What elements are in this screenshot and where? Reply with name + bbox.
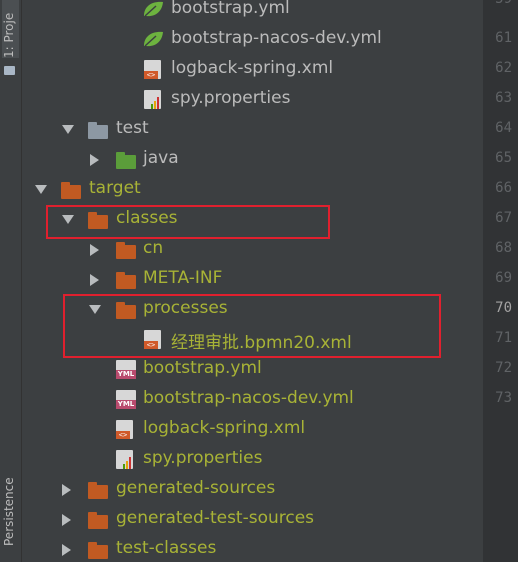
collapse-arrow-icon[interactable] (90, 244, 99, 256)
tree-item-label: spy.properties (143, 448, 263, 468)
tree-row-test-folder[interactable]: test (22, 115, 482, 145)
folder-icon (61, 182, 81, 199)
line-number: 67 (495, 210, 512, 226)
tree-item-label: generated-test-sources (116, 508, 315, 528)
yml-file-icon: YML (116, 390, 136, 409)
persistence-tool-tab[interactable]: Persistence (2, 448, 16, 546)
collapse-arrow-icon[interactable] (62, 544, 71, 556)
line-number-active: 70 (495, 300, 512, 316)
project-tree: bootstrap.yml bootstrap-nacos-dev.yml <>… (22, 0, 483, 562)
tree-item-label: logback-spring.xml (171, 58, 334, 78)
highlight-box-classes (46, 205, 330, 239)
tree-item-label: spy.properties (171, 88, 291, 108)
collapse-arrow-icon[interactable] (62, 484, 71, 496)
highlight-box-processes (63, 294, 441, 358)
tree-item-label: target (89, 178, 141, 198)
tree-row-logback-spring-xml-target[interactable]: <> logback-spring.xml (22, 415, 482, 445)
project-tool-tab[interactable]: 1: Proje (2, 0, 19, 58)
line-number: 73 (495, 390, 512, 406)
tree-item-label: bootstrap-nacos-dev.yml (171, 28, 382, 48)
tree-item-label: META-INF (143, 268, 223, 288)
tree-row-logback-spring-xml[interactable]: <> logback-spring.xml (22, 55, 482, 85)
spring-leaf-icon (144, 1, 163, 17)
yml-file-icon: YML (116, 360, 136, 379)
line-number: 62 (495, 60, 512, 76)
tree-row-cn-folder[interactable]: cn (22, 235, 482, 265)
folder-icon (88, 512, 108, 529)
tree-row-bootstrap-nacos-dev-yml-target[interactable]: YML bootstrap-nacos-dev.yml (22, 385, 482, 415)
folder-icon (116, 272, 136, 289)
line-number-partial: 59 (495, 0, 512, 7)
tree-item-label: java (143, 148, 179, 168)
line-number: 66 (495, 180, 512, 196)
tree-row-target-folder[interactable]: target (22, 175, 482, 205)
tree-row-spy-properties[interactable]: spy.properties (22, 85, 482, 115)
spring-leaf-icon (144, 31, 163, 47)
xml-file-icon: <> (116, 420, 133, 439)
line-number: 61 (495, 30, 512, 46)
tree-row-bootstrap-yml[interactable]: bootstrap.yml (22, 0, 482, 25)
collapse-arrow-icon[interactable] (90, 154, 99, 166)
tree-row-test-classes-folder[interactable]: test-classes (22, 535, 482, 562)
tree-row-java-folder[interactable]: java (22, 145, 482, 175)
line-number: 72 (495, 360, 512, 376)
line-number: 69 (495, 270, 512, 286)
editor-line-gutter: 59 61 62 63 64 65 66 67 68 69 70 71 72 7… (483, 0, 518, 562)
tree-item-label: test-classes (116, 538, 217, 558)
tree-item-label: bootstrap.yml (143, 358, 262, 378)
expand-arrow-icon[interactable] (35, 185, 47, 194)
line-number: 71 (495, 330, 512, 346)
properties-file-icon (116, 450, 133, 469)
tree-row-spy-properties-target[interactable]: spy.properties (22, 445, 482, 475)
line-number: 68 (495, 240, 512, 256)
collapse-arrow-icon[interactable] (90, 274, 99, 286)
tree-row-generated-test-sources-folder[interactable]: generated-test-sources (22, 505, 482, 535)
line-number: 65 (495, 150, 512, 166)
tree-item-label: cn (143, 238, 164, 258)
tree-item-label: logback-spring.xml (143, 418, 306, 438)
folder-icon (116, 152, 136, 169)
expand-arrow-icon[interactable] (62, 125, 74, 134)
tree-row-generated-sources-folder[interactable]: generated-sources (22, 475, 482, 505)
xml-file-icon: <> (144, 60, 161, 79)
properties-file-icon (144, 90, 161, 109)
folder-icon (88, 542, 108, 559)
line-number: 64 (495, 120, 512, 136)
folder-icon (88, 122, 108, 139)
tree-row-meta-inf-folder[interactable]: META-INF (22, 265, 482, 295)
collapse-arrow-icon[interactable] (62, 514, 71, 526)
project-folder-icon[interactable] (4, 66, 15, 75)
tree-item-label: generated-sources (116, 478, 276, 498)
tree-item-label: bootstrap.yml (171, 0, 290, 18)
folder-icon (116, 242, 136, 259)
tree-row-bootstrap-yml-target[interactable]: YML bootstrap.yml (22, 355, 482, 385)
left-tool-strip: 1: Proje Persistence (0, 0, 22, 562)
tree-item-label: bootstrap-nacos-dev.yml (143, 388, 354, 408)
line-number: 63 (495, 90, 512, 106)
tree-item-label: test (116, 118, 149, 138)
folder-icon (88, 482, 108, 499)
tree-row-bootstrap-nacos-dev-yml[interactable]: bootstrap-nacos-dev.yml (22, 25, 482, 55)
